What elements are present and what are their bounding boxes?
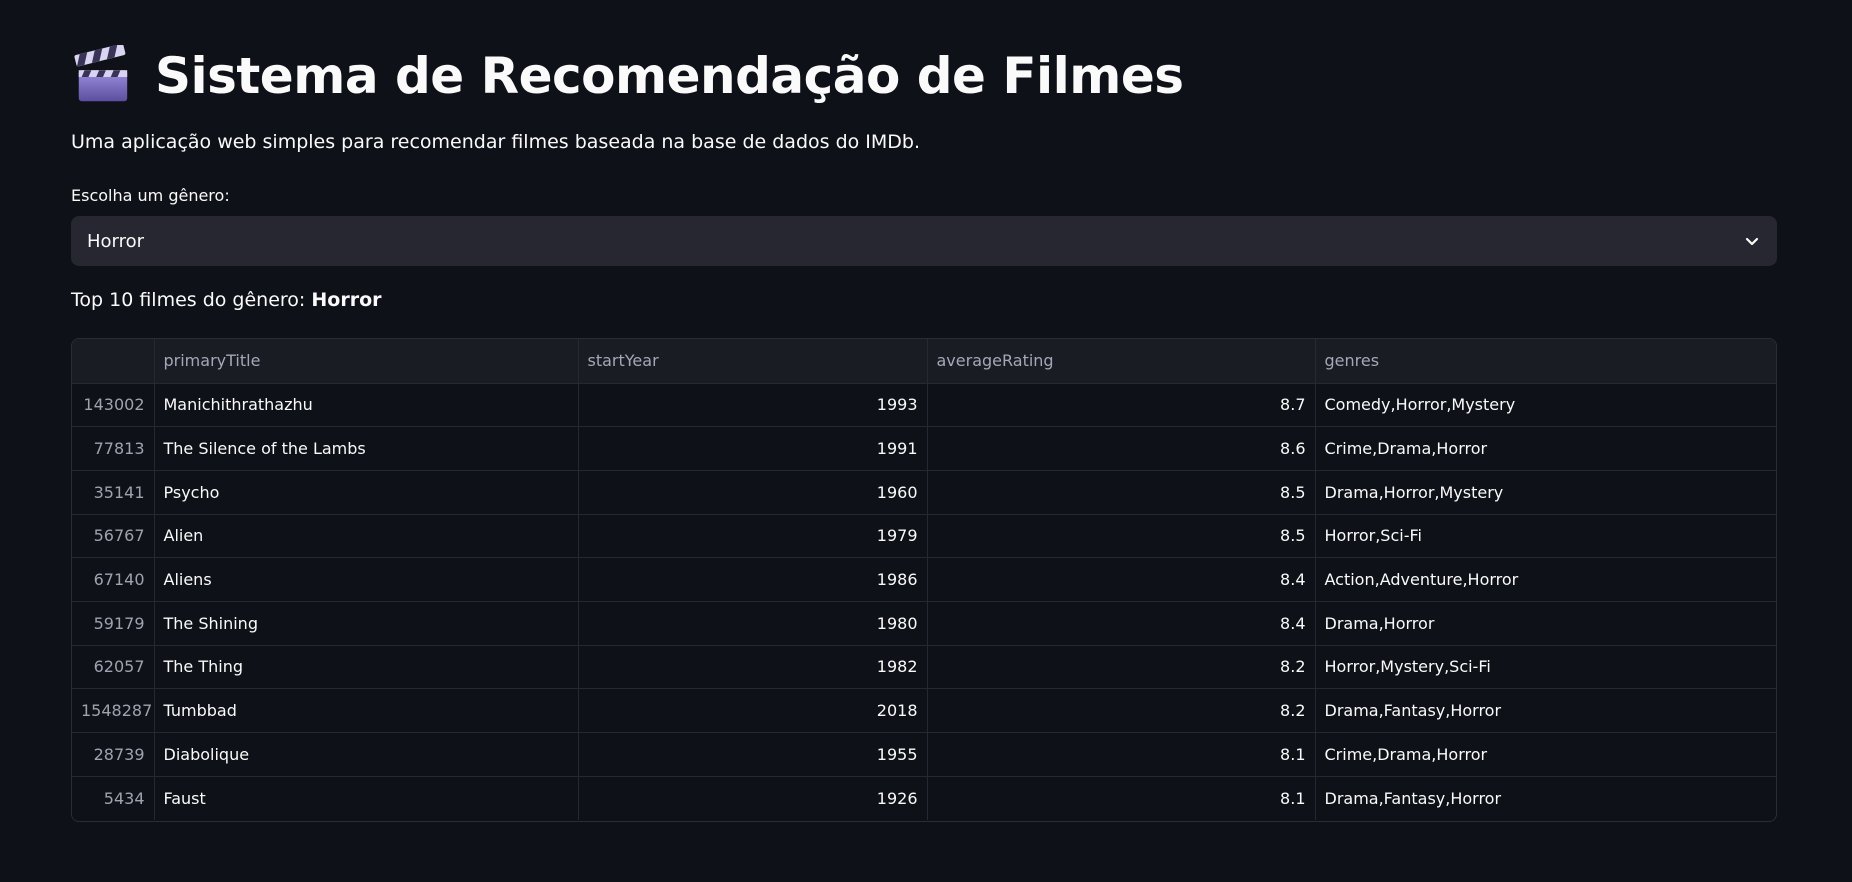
year-cell[interactable]: 1979 bbox=[578, 514, 928, 559]
table-row: 1548287 Tumbbad 2018 8.2 Drama,Fantasy,H… bbox=[72, 688, 1776, 733]
year-cell[interactable]: 1991 bbox=[578, 426, 928, 471]
year-cell[interactable]: 1982 bbox=[578, 645, 928, 690]
results-heading-prefix: Top 10 filmes do gênero: bbox=[71, 289, 312, 311]
row-index-cell[interactable]: 67140 bbox=[72, 557, 155, 602]
row-index-cell[interactable]: 56767 bbox=[72, 514, 155, 559]
year-cell[interactable]: 1926 bbox=[578, 776, 928, 820]
genres-cell[interactable]: Comedy,Horror,Mystery bbox=[1315, 383, 1776, 428]
year-cell[interactable]: 1993 bbox=[578, 383, 928, 428]
table-row: 56767 Alien 1979 8.5 Horror,Sci-Fi bbox=[72, 514, 1776, 559]
rating-cell[interactable]: 8.4 bbox=[927, 601, 1316, 646]
page-subtitle: Uma aplicação web simples para recomenda… bbox=[71, 131, 921, 153]
column-header-primaryTitle[interactable]: primaryTitle bbox=[154, 339, 579, 384]
table-row: 62057 The Thing 1982 8.2 Horror,Mystery,… bbox=[72, 645, 1776, 690]
row-index-cell[interactable]: 28739 bbox=[72, 732, 155, 777]
rating-cell[interactable]: 8.1 bbox=[927, 732, 1316, 777]
column-header-averageRating[interactable]: averageRating bbox=[927, 339, 1316, 384]
title-cell[interactable]: The Thing bbox=[154, 645, 579, 690]
rating-cell[interactable]: 8.7 bbox=[927, 383, 1316, 428]
title-row: Sistema de Recomendação de Filmes bbox=[71, 40, 1184, 112]
title-cell[interactable]: Faust bbox=[154, 776, 579, 820]
app-page: Sistema de Recomendação de Filmes Uma ap… bbox=[0, 0, 1852, 882]
genres-cell[interactable]: Drama,Fantasy,Horror bbox=[1315, 776, 1776, 820]
results-heading-genre: Horror bbox=[311, 289, 382, 311]
table-row: 77813 The Silence of the Lambs 1991 8.6 … bbox=[72, 426, 1776, 471]
genre-select-value: Horror bbox=[87, 230, 145, 252]
genres-cell[interactable]: Horror,Sci-Fi bbox=[1315, 514, 1776, 559]
year-cell[interactable]: 1986 bbox=[578, 557, 928, 602]
genre-select[interactable]: Horror bbox=[71, 216, 1777, 266]
table-row: 5434 Faust 1926 8.1 Drama,Fantasy,Horror bbox=[72, 776, 1776, 820]
row-index-cell[interactable]: 62057 bbox=[72, 645, 155, 690]
table-row: 143002 Manichithrathazhu 1993 8.7 Comedy… bbox=[72, 383, 1776, 428]
movies-dataframe[interactable]: primaryTitle startYear averageRating gen… bbox=[71, 338, 1777, 822]
rating-cell[interactable]: 8.4 bbox=[927, 557, 1316, 602]
rating-cell[interactable]: 8.6 bbox=[927, 426, 1316, 471]
genres-cell[interactable]: Crime,Drama,Horror bbox=[1315, 426, 1776, 471]
table-row: 59179 The Shining 1980 8.4 Drama,Horror bbox=[72, 601, 1776, 646]
rating-cell[interactable]: 8.5 bbox=[927, 514, 1316, 559]
column-header-startYear[interactable]: startYear bbox=[578, 339, 928, 384]
title-cell[interactable]: Psycho bbox=[154, 470, 579, 515]
table-header-row: primaryTitle startYear averageRating gen… bbox=[72, 339, 1776, 384]
column-header-genres[interactable]: genres bbox=[1315, 339, 1776, 384]
rating-cell[interactable]: 8.5 bbox=[927, 470, 1316, 515]
genres-cell[interactable]: Crime,Drama,Horror bbox=[1315, 732, 1776, 777]
row-index-cell[interactable]: 77813 bbox=[72, 426, 155, 471]
table-row: 67140 Aliens 1986 8.4 Action,Adventure,H… bbox=[72, 557, 1776, 602]
genres-cell[interactable]: Drama,Horror,Mystery bbox=[1315, 470, 1776, 515]
title-cell[interactable]: Manichithrathazhu bbox=[154, 383, 579, 428]
title-cell[interactable]: The Silence of the Lambs bbox=[154, 426, 579, 471]
title-cell[interactable]: Diabolique bbox=[154, 732, 579, 777]
table-row: 28739 Diabolique 1955 8.1 Crime,Drama,Ho… bbox=[72, 732, 1776, 777]
year-cell[interactable]: 2018 bbox=[578, 688, 928, 733]
row-index-cell[interactable]: 5434 bbox=[72, 776, 155, 820]
year-cell[interactable]: 1980 bbox=[578, 601, 928, 646]
rating-cell[interactable]: 8.2 bbox=[927, 645, 1316, 690]
row-index-cell[interactable]: 35141 bbox=[72, 470, 155, 515]
rating-cell[interactable]: 8.1 bbox=[927, 776, 1316, 820]
genres-cell[interactable]: Horror,Mystery,Sci-Fi bbox=[1315, 645, 1776, 690]
movies-table: primaryTitle startYear averageRating gen… bbox=[72, 339, 1776, 820]
genres-cell[interactable]: Drama,Horror bbox=[1315, 601, 1776, 646]
table-row: 35141 Psycho 1960 8.5 Drama,Horror,Myste… bbox=[72, 470, 1776, 515]
row-index-cell[interactable]: 1548287 bbox=[72, 688, 155, 733]
title-cell[interactable]: Tumbbad bbox=[154, 688, 579, 733]
column-header-index[interactable] bbox=[72, 339, 155, 384]
year-cell[interactable]: 1955 bbox=[578, 732, 928, 777]
rating-cell[interactable]: 8.2 bbox=[927, 688, 1316, 733]
genres-cell[interactable]: Action,Adventure,Horror bbox=[1315, 557, 1776, 602]
page-title: Sistema de Recomendação de Filmes bbox=[155, 47, 1184, 105]
title-cell[interactable]: The Shining bbox=[154, 601, 579, 646]
title-cell[interactable]: Aliens bbox=[154, 557, 579, 602]
title-cell[interactable]: Alien bbox=[154, 514, 579, 559]
genres-cell[interactable]: Drama,Fantasy,Horror bbox=[1315, 688, 1776, 733]
chevron-down-icon[interactable] bbox=[1743, 232, 1761, 250]
row-index-cell[interactable]: 143002 bbox=[72, 383, 155, 428]
genre-select-label: Escolha um gênero: bbox=[71, 186, 230, 205]
row-index-cell[interactable]: 59179 bbox=[72, 601, 155, 646]
results-heading: Top 10 filmes do gênero: Horror bbox=[71, 289, 382, 311]
clapper-board-icon bbox=[74, 45, 128, 102]
year-cell[interactable]: 1960 bbox=[578, 470, 928, 515]
